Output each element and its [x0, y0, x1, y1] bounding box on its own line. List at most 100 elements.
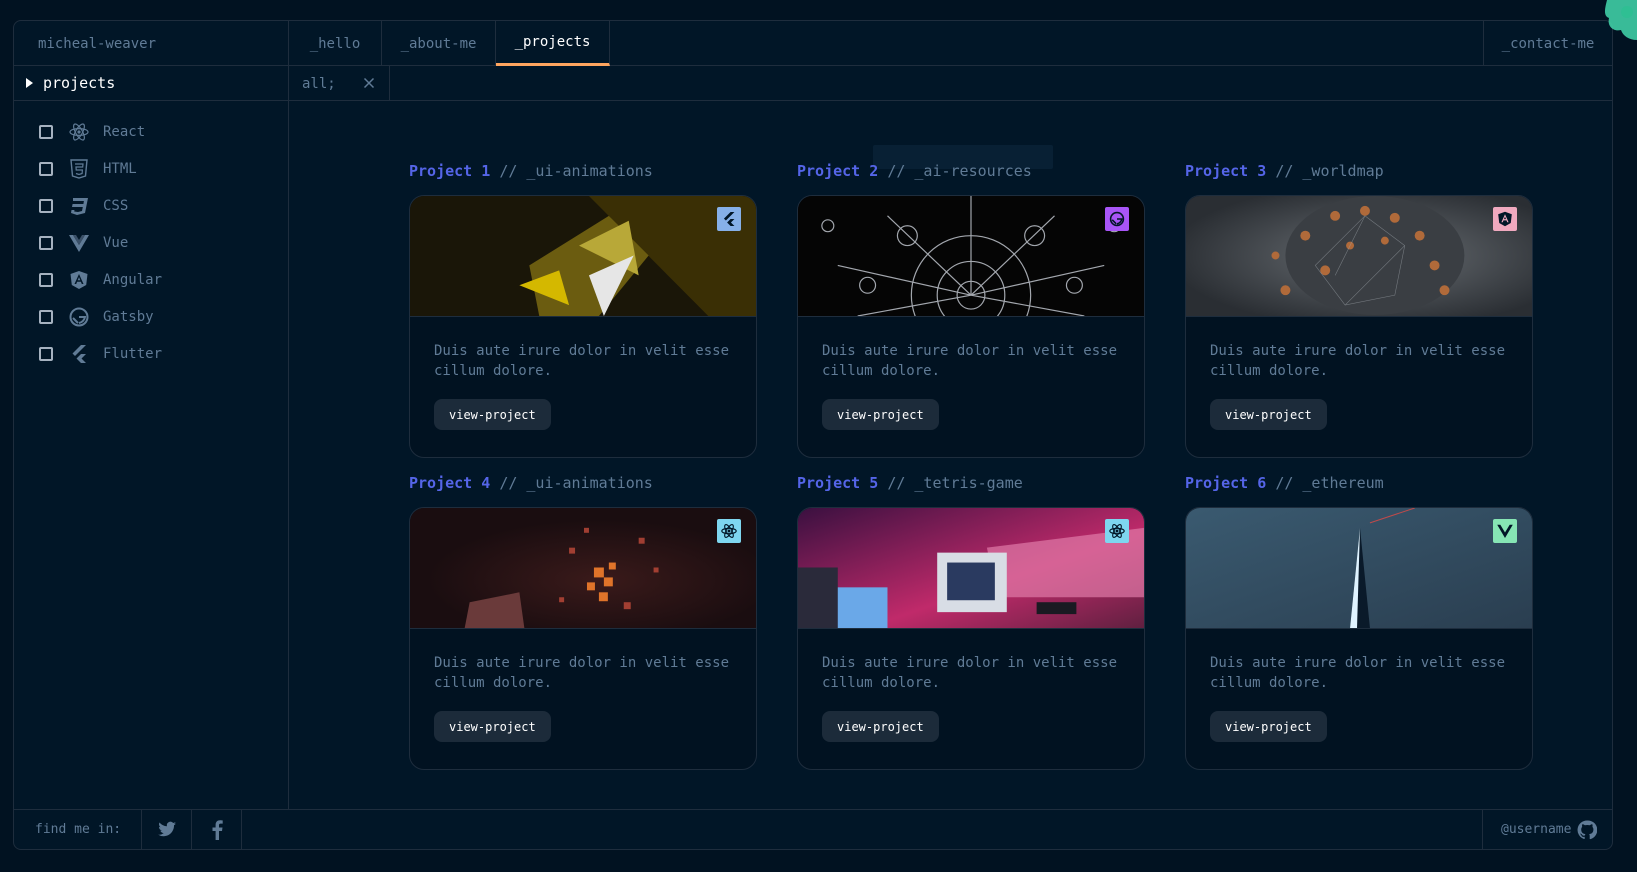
view-project-button[interactable]: view-project	[434, 711, 551, 742]
project-card-4: Duis aute irure dolor in velit esse cill…	[409, 507, 757, 770]
project-name: // _ethereum	[1275, 474, 1384, 492]
filter-tab[interactable]: all;	[289, 66, 390, 101]
view-project-button[interactable]: view-project	[434, 399, 551, 430]
tech-filter-html[interactable]: HTML	[14, 150, 288, 187]
view-project-button[interactable]: view-project	[822, 711, 939, 742]
project-thumbnail	[798, 196, 1144, 317]
angular-icon	[1493, 207, 1517, 231]
react-icon	[1105, 519, 1129, 543]
projects-heading: projects	[43, 74, 116, 92]
html-icon	[69, 158, 89, 179]
checkbox[interactable]	[39, 124, 53, 139]
project-card-2: Duis aute irure dolor in velit esse cill…	[797, 195, 1145, 458]
react-icon	[717, 519, 741, 543]
tech-label: HTML	[103, 160, 137, 177]
filter-tab-label: all;	[302, 75, 336, 92]
tech-filter-vue[interactable]: Vue	[14, 224, 288, 261]
checkbox[interactable]	[39, 346, 53, 361]
project-name: // _ui-animations	[499, 162, 653, 180]
tech-label: Angular	[103, 271, 163, 288]
tab-about-me[interactable]: _about-me	[382, 21, 496, 66]
flutter-icon	[717, 207, 741, 231]
project-title-5: Project 5 // _tetris-game	[797, 474, 1023, 492]
tech-label: React	[103, 123, 146, 140]
react-icon	[69, 122, 89, 142]
flutter-icon	[69, 344, 89, 364]
gatsby-icon	[69, 307, 89, 327]
tab-hello[interactable]: _hello	[289, 21, 382, 66]
footer: find me in: @username	[14, 809, 1612, 849]
project-thumbnail	[1186, 196, 1532, 317]
vue-icon	[1493, 519, 1517, 543]
project-card-1: Duis aute irure dolor in velit esse cill…	[409, 195, 757, 458]
tech-filter-flutter[interactable]: Flutter	[14, 335, 288, 372]
twitter-link[interactable]	[142, 810, 192, 849]
project-name: // _ui-animations	[499, 474, 653, 492]
projects-folder-header[interactable]: projects	[14, 66, 288, 101]
project-name: // _tetris-game	[887, 474, 1023, 492]
project-card-3: Duis aute irure dolor in velit esse cill…	[1185, 195, 1533, 458]
github-link[interactable]: @username	[1482, 810, 1612, 849]
checkbox[interactable]	[39, 272, 53, 287]
tab-projects[interactable]: _projects	[496, 21, 610, 66]
project-number: Project 4	[409, 474, 491, 492]
project-number: Project 6	[1185, 474, 1267, 492]
tech-label: CSS	[103, 197, 129, 214]
project-description: Duis aute irure dolor in velit esse cill…	[822, 655, 1118, 691]
project-description: Duis aute irure dolor in velit esse cill…	[1210, 655, 1506, 691]
checkbox[interactable]	[39, 198, 53, 213]
tech-label: Vue	[103, 234, 129, 251]
project-thumbnail	[1186, 508, 1532, 629]
project-title-3: Project 3 // _worldmap	[1185, 162, 1384, 180]
top-nav: micheal-weaver _hello _about-me _project…	[14, 21, 1612, 66]
project-description: Duis aute irure dolor in velit esse cill…	[434, 343, 730, 379]
project-number: Project 5	[797, 474, 879, 492]
tech-filter-css[interactable]: CSS	[14, 187, 288, 224]
tech-filter-angular[interactable]: Angular	[14, 261, 288, 298]
project-description: Duis aute irure dolor in velit esse cill…	[434, 655, 730, 691]
css-icon	[69, 196, 89, 216]
vue-icon	[69, 233, 89, 253]
twitter-icon	[157, 821, 176, 836]
close-icon[interactable]	[361, 75, 377, 91]
project-title-2: Project 2 // _ai-resources	[797, 162, 1032, 180]
editor-tabbar: all;	[289, 66, 1612, 101]
project-name: // _worldmap	[1275, 162, 1384, 180]
filter-sidebar: projects React HTML CSS Vue Angular Gats…	[14, 66, 289, 809]
caret-right-icon	[26, 78, 33, 88]
project-thumbnail	[410, 508, 756, 629]
tech-label: Gatsby	[103, 308, 154, 325]
project-number: Project 2	[797, 162, 879, 180]
brand-name[interactable]: micheal-weaver	[14, 21, 289, 66]
checkbox[interactable]	[39, 161, 53, 176]
checkbox[interactable]	[39, 235, 53, 250]
tech-filter-react[interactable]: React	[14, 113, 288, 150]
tech-label: Flutter	[103, 345, 163, 362]
project-number: Project 3	[1185, 162, 1267, 180]
project-number: Project 1	[409, 162, 491, 180]
project-name: // _ai-resources	[887, 162, 1032, 180]
project-title-1: Project 1 // _ui-animations	[409, 162, 653, 180]
project-thumbnail	[410, 196, 756, 317]
project-description: Duis aute irure dolor in velit esse cill…	[1210, 343, 1506, 379]
facebook-link[interactable]	[192, 810, 242, 849]
username-label: @username	[1501, 822, 1572, 837]
project-title-4: Project 4 // _ui-animations	[409, 474, 653, 492]
angular-icon	[69, 270, 89, 290]
project-thumbnail	[798, 508, 1144, 629]
project-title-6: Project 6 // _ethereum	[1185, 474, 1384, 492]
view-project-button[interactable]: view-project	[1210, 399, 1327, 430]
view-project-button[interactable]: view-project	[1210, 711, 1327, 742]
github-icon	[1577, 819, 1598, 839]
tech-filter-list: React HTML CSS Vue Angular Gatsby Flutte…	[14, 101, 288, 372]
project-card-5: Duis aute irure dolor in velit esse cill…	[797, 507, 1145, 770]
find-me-label: find me in:	[14, 810, 142, 849]
facebook-icon	[212, 819, 223, 840]
checkbox[interactable]	[39, 309, 53, 324]
gatsby-icon	[1105, 207, 1129, 231]
project-card-6: Duis aute irure dolor in velit esse cill…	[1185, 507, 1533, 770]
project-description: Duis aute irure dolor in velit esse cill…	[822, 343, 1118, 379]
view-project-button[interactable]: view-project	[822, 399, 939, 430]
corner-decoration-icon	[1605, 0, 1637, 40]
tech-filter-gatsby[interactable]: Gatsby	[14, 298, 288, 335]
